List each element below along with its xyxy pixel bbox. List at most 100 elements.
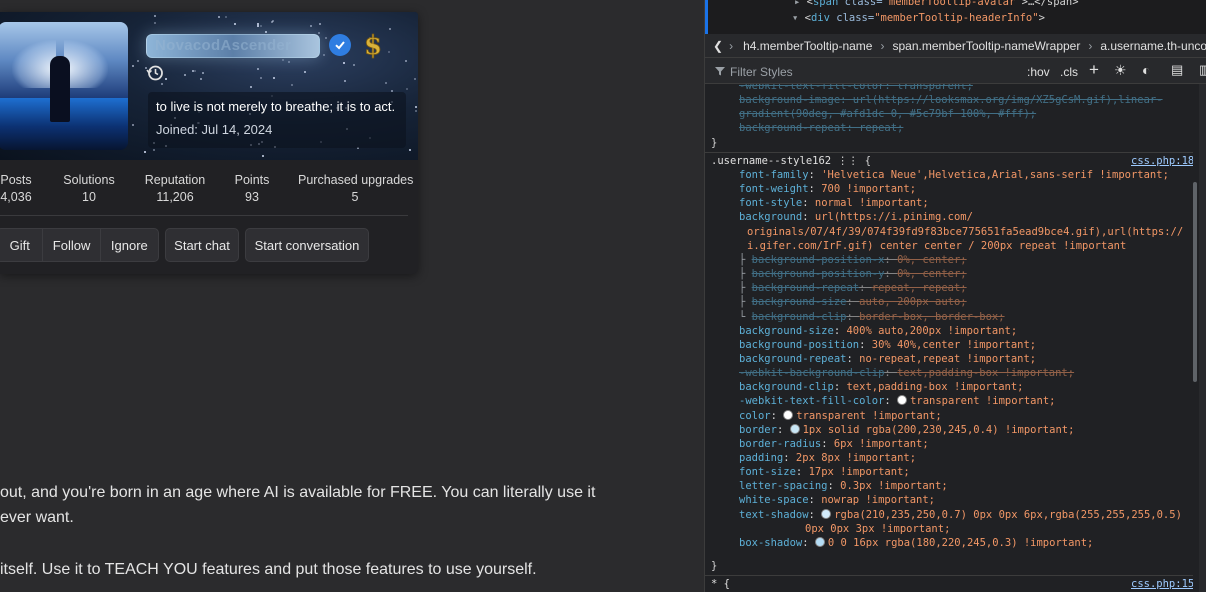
avatar[interactable] <box>0 22 128 150</box>
computed-sidebar-icon[interactable]: ▤ <box>1171 62 1183 78</box>
css-declaration[interactable]: background-size: 400% auto,200px !import… <box>739 325 1017 339</box>
username-link[interactable]: NovacodAscender <box>146 34 320 58</box>
css-declaration[interactable]: font-style: normal !important; <box>739 197 929 211</box>
css-declaration[interactable]: border: 1px solid rgba(200,230,245,0.4) … <box>739 423 1074 438</box>
css-declaration[interactable]: letter-spacing: 0.3px !important; <box>739 480 948 494</box>
color-swatch[interactable] <box>783 409 794 420</box>
star-decoration <box>287 60 290 63</box>
color-swatch[interactable] <box>789 423 800 434</box>
star-decoration <box>352 64 355 67</box>
color-swatch[interactable] <box>897 395 908 406</box>
css-declaration[interactable]: font-weight: 700 !important; <box>739 183 916 197</box>
chevron-right-icon: › <box>1088 38 1093 53</box>
panel-toggle-icon[interactable]: ▥ <box>1199 62 1206 78</box>
breadcrumb-item[interactable]: h4.memberTooltip-name <box>743 39 872 53</box>
contrast-icon[interactable]: ◐ <box>1142 62 1150 78</box>
css-declaration[interactable]: ├ background-size: auto, 200px auto; <box>739 296 967 310</box>
star-decoration <box>259 25 262 28</box>
svg-text:$: $ <box>364 31 382 60</box>
star-decoration <box>281 58 284 61</box>
start-conversation-button[interactable]: Start conversation <box>245 228 369 262</box>
devtools-panel: ▸ <span class="memberTooltip-avatar">…</… <box>704 0 1206 592</box>
css-declaration[interactable]: background-position: 30% 40%,center !imp… <box>739 339 1036 353</box>
css-source-link[interactable]: css.php:15 <box>1131 578 1193 592</box>
breadcrumb-item[interactable]: a.username.th-unco-user- <box>1100 39 1206 53</box>
css-declaration[interactable]: text-shadow: rgba(210,235,250,0.7) 0px 0… <box>739 508 1182 523</box>
css-declaration[interactable]: └ background-clip: border-box, border-bo… <box>739 311 1005 325</box>
stat-solutions[interactable]: Solutions 10 <box>58 172 120 206</box>
css-declaration[interactable]: ├ background-position-x: 0%, center; <box>739 254 967 268</box>
hov-toggle[interactable]: :hov <box>1027 65 1050 79</box>
css-declaration[interactable]: border-radius: 6px !important; <box>739 438 929 452</box>
stat-reputation[interactable]: Reputation 11,206 <box>140 172 210 206</box>
css-declaration[interactable]: gradient(90deg, #afd1dc 0, #5c79bf 100%,… <box>739 108 1036 122</box>
css-declaration[interactable]: background: url(https://i.pinimg.com/ <box>739 211 973 225</box>
history-icon[interactable] <box>146 64 164 82</box>
stat-label: Posts <box>0 173 32 187</box>
css-declaration[interactable]: font-family: 'Helvetica Neue',Helvetica,… <box>739 169 1169 183</box>
verified-icon <box>329 34 351 56</box>
css-declaration[interactable]: color: transparent !important; <box>739 409 942 424</box>
css-declaration[interactable]: white-space: nowrap !important; <box>739 494 935 508</box>
stat-label: Purchased upgrades <box>298 173 414 187</box>
star-decoration <box>405 60 408 63</box>
stat-purchased-upgrades[interactable]: Purchased upgrades 5 <box>298 172 414 206</box>
css-declaration[interactable]: i.gifer.com/IrF.gif) center center / 200… <box>747 240 1126 254</box>
start-chat-button[interactable]: Start chat <box>165 228 239 262</box>
joined-date: Joined: Jul 14, 2024 <box>156 122 273 137</box>
filter-styles-input[interactable]: Filter Styles <box>730 65 793 79</box>
divider <box>0 215 408 216</box>
gift-button[interactable]: Gift <box>0 229 44 261</box>
star-decoration <box>272 76 275 79</box>
css-source-link[interactable]: css.php:18 <box>1131 155 1193 169</box>
dom-node[interactable]: ▾ <div class="memberTooltip-headerInfo"> <box>792 12 1045 24</box>
sun-icon[interactable]: ☀ <box>1114 62 1127 79</box>
cls-toggle[interactable]: .cls <box>1060 65 1078 79</box>
css-declaration[interactable]: background-repeat: repeat; <box>739 122 903 136</box>
css-selector[interactable]: .username--style162 ⋮⋮ { <box>711 155 871 169</box>
dom-node[interactable]: ▸ <span class="memberTooltip-avatar">…</… <box>794 0 1079 8</box>
css-declaration[interactable]: background-image: url(https://looksmax.o… <box>739 94 1163 108</box>
stat-posts[interactable]: Posts 4,036 <box>0 172 36 206</box>
star-decoration <box>257 25 260 28</box>
add-rule-icon[interactable]: + <box>1089 60 1099 80</box>
css-declaration[interactable]: background-repeat: no-repeat,repeat !imp… <box>739 353 1036 367</box>
breadcrumb-item[interactable]: span.memberTooltip-nameWrapper <box>892 39 1080 53</box>
stats-row: Posts 4,036 Solutions 10 Reputation 11,2… <box>0 172 418 212</box>
css-declaration[interactable]: font-size: 17px !important; <box>739 466 910 480</box>
css-selector[interactable]: * { <box>711 578 730 592</box>
star-decoration <box>153 22 156 25</box>
star-decoration <box>233 23 236 26</box>
css-declaration[interactable]: background-clip: text,padding-box !impor… <box>739 381 1024 395</box>
post-text-line: itself. Use it to TEACH YOU features and… <box>0 561 537 578</box>
css-declaration[interactable]: -webkit-text-fill-color: transparent !im… <box>739 395 1055 409</box>
css-declaration[interactable]: originals/07/4f/39/074f39fd9f83bce775651… <box>747 226 1183 240</box>
css-declaration[interactable]: -webkit-background-clip: text,padding-bo… <box>739 367 1074 381</box>
stat-value: 4,036 <box>0 190 32 204</box>
side-strip <box>1199 84 1206 592</box>
chevron-left-icon[interactable]: ❮ <box>713 39 723 53</box>
star-decoration <box>144 150 147 153</box>
star-decoration <box>217 16 220 19</box>
star-decoration <box>265 30 268 33</box>
css-declaration[interactable]: box-shadow: 0 0 16px rgba(180,220,245,0.… <box>739 536 1093 551</box>
ignore-button[interactable]: Ignore <box>101 229 158 261</box>
stat-label: Reputation <box>144 173 206 187</box>
profile-banner: NovacodAscender $ to live is not merely … <box>0 12 418 160</box>
css-declaration[interactable]: -webkit-text-fill-color: transparent; <box>739 84 973 94</box>
about-box: to live is not merely to breathe; it is … <box>148 92 406 148</box>
chevron-right-icon: › <box>880 38 885 53</box>
action-bar: Gift Follow Ignore Start chat Start conv… <box>0 228 418 262</box>
css-declaration[interactable]: ├ background-repeat: repeat, repeat; <box>739 282 967 296</box>
color-swatch[interactable] <box>821 508 832 519</box>
css-declaration[interactable]: padding: 2px 8px !important; <box>739 452 916 466</box>
color-swatch[interactable] <box>814 536 825 547</box>
follow-button[interactable]: Follow <box>43 229 101 261</box>
css-declaration[interactable]: ├ background-position-y: 0%, center; <box>739 268 967 282</box>
star-decoration <box>384 81 387 84</box>
stat-points[interactable]: Points 93 <box>231 172 273 206</box>
star-decoration <box>200 77 203 80</box>
css-declaration[interactable]: 0px 0px 3px !important; <box>805 523 950 537</box>
star-decoration <box>413 77 416 80</box>
star-decoration <box>259 77 262 80</box>
